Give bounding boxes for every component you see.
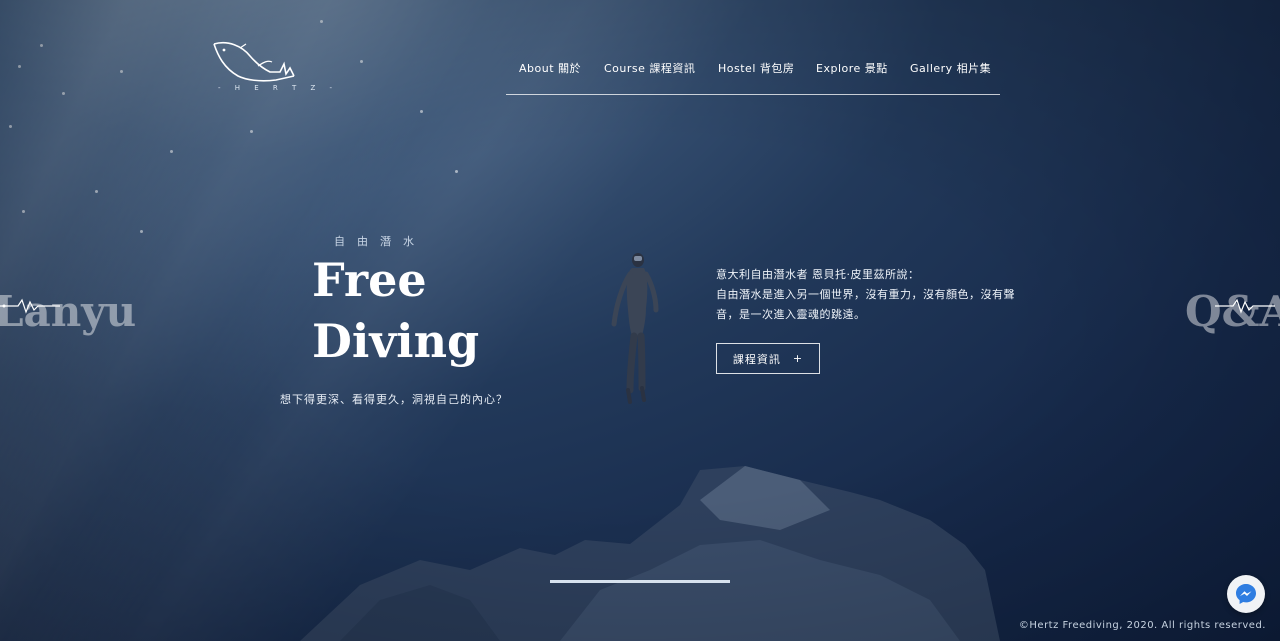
nav-item-about[interactable]: About 關於 xyxy=(519,60,581,76)
quote-line1: 意大利自由潛水者 恩貝托·皮里茲所說： xyxy=(716,268,920,281)
nav-item-hostel[interactable]: Hostel 背包房 xyxy=(718,60,794,76)
hero-subtitle: 想下得更深、看得更久，洞視自己的內心？ xyxy=(280,393,508,406)
pulse-right-icon xyxy=(1215,298,1275,314)
nav-item-course[interactable]: Course 課程資訊 xyxy=(604,60,695,76)
logo-text: - H E R T Z - xyxy=(218,84,339,92)
hero-eyebrow: 自由潛水 xyxy=(334,235,426,248)
slider-progress-fill xyxy=(550,580,730,583)
plus-icon: + xyxy=(792,352,804,365)
footer-copyright: ©Hertz Freediving, 2020. All rights rese… xyxy=(1018,620,1266,631)
hero-quote: 意大利自由潛水者 恩貝托·皮里茲所說： 自由潛水是進入另一個世界，沒有重力，沒有… xyxy=(716,265,1016,325)
main-nav: About 關於 Course 課程資訊 Hostel 背包房 Explore … xyxy=(506,58,1000,95)
messenger-chat-button[interactable] xyxy=(1227,575,1265,613)
slider-progress[interactable] xyxy=(550,580,730,583)
hero-title-line1: Free xyxy=(312,253,427,307)
hero-title: Free Diving xyxy=(312,250,552,372)
nav-item-explore[interactable]: Explore 景點 xyxy=(816,60,888,76)
course-info-button[interactable]: 課程資訊 + xyxy=(716,343,820,374)
diver-figure xyxy=(611,253,659,404)
course-info-label: 課程資訊 xyxy=(732,352,781,366)
nav-item-gallery[interactable]: Gallery 相片集 xyxy=(910,60,991,76)
quote-line2: 自由潛水是進入另一個世界，沒有重力，沒有顏色，沒有聲音，是一次進入靈魂的跳遠。 xyxy=(716,288,1015,321)
hero-title-line2: Diving xyxy=(312,314,480,368)
pulse-left-icon xyxy=(0,298,60,314)
messenger-icon xyxy=(1236,584,1256,604)
